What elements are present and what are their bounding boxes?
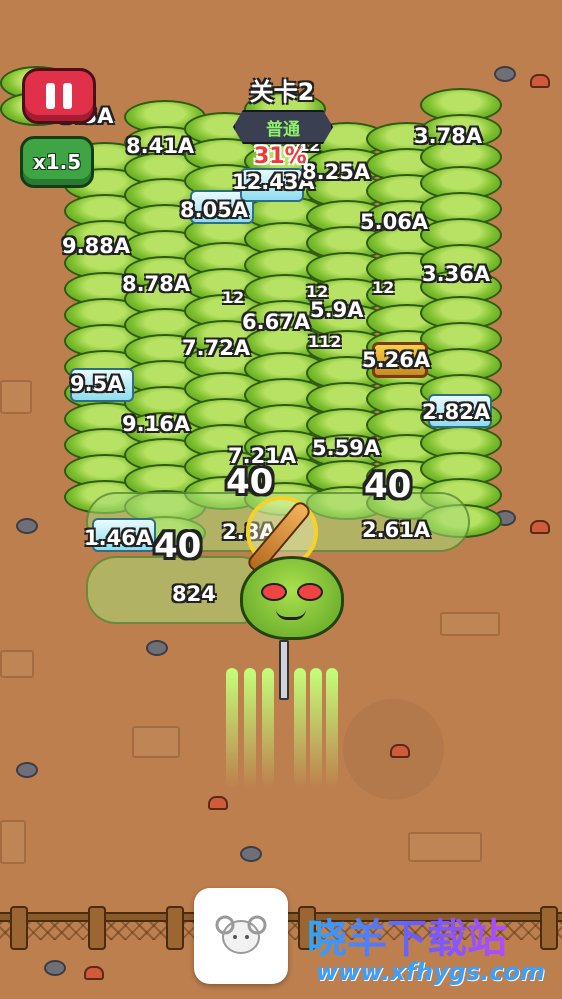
enemy-hp-label: 8.25A xyxy=(302,160,371,184)
pause-button[interactable] xyxy=(22,68,96,124)
enemy-hp-label: 3.36A xyxy=(422,262,491,286)
damage-number: 12 xyxy=(306,282,329,301)
difficulty-badge: 普通 xyxy=(233,110,333,144)
damage-number-large: 40 xyxy=(226,462,274,502)
mushroom xyxy=(530,520,550,534)
enemy-hp-label: 9.5A xyxy=(70,372,124,396)
projectile-beam xyxy=(326,668,338,788)
floor-tile xyxy=(0,380,32,414)
enemy-hp-label: 8.78A xyxy=(122,272,191,296)
enemy-hp-label: 3.78A xyxy=(414,124,483,148)
projectile-beam xyxy=(310,668,322,788)
speed-toggle-button[interactable]: x1.5 xyxy=(20,136,94,188)
stone xyxy=(16,518,38,534)
enemy-hp-label: 9.16A xyxy=(122,412,191,436)
enemy-hp-label: 2.82A xyxy=(422,400,491,424)
projectile-beam xyxy=(262,668,274,788)
sword-projectile-icon xyxy=(279,640,289,700)
enemy-hp-label: 9.88A xyxy=(62,234,131,258)
mushroom xyxy=(84,966,104,980)
enemy-hp-label: 2.61A xyxy=(362,518,431,542)
enemy-hp-label: 824 xyxy=(172,582,216,606)
floor-tile xyxy=(440,612,500,636)
mushroom xyxy=(390,744,410,758)
stone xyxy=(240,846,262,862)
fence-post xyxy=(88,906,106,950)
mushroom xyxy=(530,74,550,88)
damage-number: 12 xyxy=(222,288,245,307)
enemy-hp-label: 5.06A xyxy=(360,210,429,234)
damage-number-large: 40 xyxy=(154,526,202,566)
level-progress: 31% xyxy=(254,144,307,169)
enemy-hp-label: 6.67A xyxy=(242,310,311,334)
watermark-title: 晓羊下载站 xyxy=(307,906,507,964)
fence-post xyxy=(540,906,558,950)
watermark-url: www.xfhygs.com xyxy=(316,958,546,986)
floor-tile xyxy=(0,650,34,678)
fence-post xyxy=(10,906,28,950)
stone xyxy=(16,762,38,778)
projectile-beam xyxy=(244,668,256,788)
floor-tile xyxy=(408,832,482,862)
eye-icon xyxy=(297,583,323,601)
floor-tile xyxy=(132,726,180,758)
damage-number: 112 xyxy=(308,332,342,351)
enemy-hp-label: 5.9A xyxy=(310,298,364,322)
caterpillar-column xyxy=(420,88,502,538)
enemy-hp-label: 8.41A xyxy=(126,134,195,158)
mouth-icon xyxy=(276,609,306,620)
eye-icon xyxy=(261,583,287,601)
damage-number: 12 xyxy=(372,278,395,297)
stone xyxy=(44,960,66,976)
fence-post xyxy=(166,906,184,950)
enemy-hp-label: 7.72A xyxy=(182,336,251,360)
stone xyxy=(494,66,516,82)
enemy-hp-label: 1.46A xyxy=(84,526,153,550)
enemy-hp-label: 5.59A xyxy=(312,436,381,460)
projectile-beam xyxy=(294,668,306,788)
player-character xyxy=(240,556,344,640)
enemy-hp-label: 8.05A xyxy=(180,198,249,222)
floor-tile xyxy=(0,820,26,864)
stone xyxy=(146,640,168,656)
projectile-beam xyxy=(226,668,238,788)
mushroom xyxy=(208,796,228,810)
level-title: 关卡2 xyxy=(249,78,315,106)
damage-number-large: 40 xyxy=(364,466,412,506)
enemy-hp-label: 5.26A xyxy=(362,348,431,372)
pause-icon xyxy=(46,83,55,109)
watermark-logo-icon xyxy=(194,888,288,984)
